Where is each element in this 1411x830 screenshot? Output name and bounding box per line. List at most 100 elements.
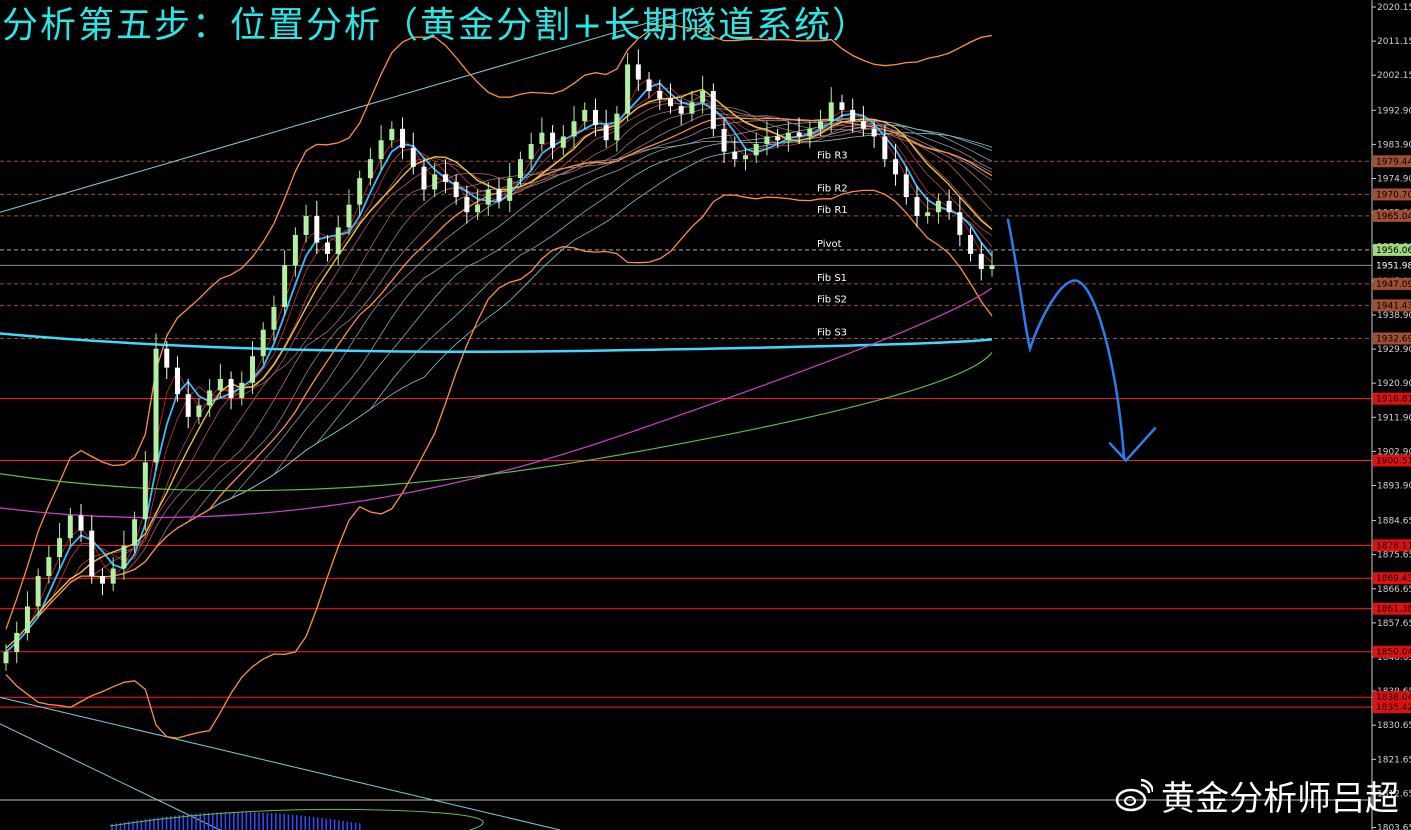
axis-tick-label: 1893.90 — [1377, 481, 1411, 491]
candle-body — [303, 216, 309, 235]
watermark-text: 黄金分析师吕超 — [1161, 779, 1399, 819]
level-price-tag: 1835.42 — [1376, 703, 1411, 713]
candle-body — [421, 166, 427, 190]
current-price-tag: 1951.98 — [1376, 261, 1411, 271]
candle-body — [796, 132, 802, 137]
level-price-tag: 1916.81 — [1376, 395, 1411, 405]
axis-tick-label: 1938.90 — [1377, 311, 1411, 321]
candle-body — [935, 200, 941, 213]
candle-body — [517, 159, 523, 179]
candle-body — [957, 212, 963, 235]
candle-body — [142, 462, 148, 520]
candle-body — [217, 378, 223, 391]
axis-tick-label: 1920.90 — [1377, 379, 1411, 389]
ma-magenta-line — [0, 287, 993, 519]
candle-body — [453, 181, 459, 198]
candle-body — [164, 348, 170, 368]
candle-body — [185, 394, 191, 417]
indicator-lines — [0, 23, 993, 739]
fib-price-tag: 1932.69 — [1376, 334, 1411, 344]
candles — [3, 49, 995, 671]
candle-body — [743, 155, 748, 160]
axis-tick-label: 1884.65 — [1377, 517, 1411, 527]
candle-body — [860, 121, 866, 129]
level-price-tag: 1850.04 — [1376, 648, 1411, 658]
axis-tick-label: 2002.15 — [1377, 71, 1411, 81]
candle-body — [592, 109, 598, 126]
candle-body — [614, 113, 620, 141]
candle-body — [764, 136, 770, 145]
price-chart: Fib R3 Fib R2 Fib R1 Pivot Fib S1 Fib S2 Fib S… — [0, 0, 1411, 830]
candle-body — [775, 136, 781, 141]
axis-tick-label: 2011.15 — [1377, 37, 1411, 47]
candle-body — [507, 178, 513, 201]
candle-body — [785, 132, 791, 141]
axis-tick-label: 1983.90 — [1377, 140, 1411, 150]
candle-body — [807, 128, 813, 137]
candle-body — [839, 102, 845, 110]
candle-body — [378, 140, 384, 160]
candle-body — [153, 348, 159, 463]
candle-body — [24, 606, 30, 633]
chart-title: 分析第五步：位置分析（黄金分割+长期隧道系统） — [2, 5, 871, 46]
candle-body — [625, 64, 631, 114]
price-axis: 2020.15 2011.15 2002.15 1992.90 1983.90 1974.… — [1371, 0, 1411, 830]
candle-body — [732, 151, 738, 160]
forecast-arrow — [1006, 218, 1157, 463]
candle-body — [239, 382, 245, 398]
candle-body — [914, 197, 920, 217]
candle-body — [657, 90, 663, 99]
candle-body — [646, 79, 652, 91]
candle-body — [539, 132, 545, 145]
candle-body — [228, 378, 234, 398]
candle-body — [110, 568, 116, 584]
level-price-tag: 1900.51 — [1376, 456, 1411, 466]
candle-body — [99, 576, 105, 584]
axis-tick-label: 1911.90 — [1377, 413, 1411, 423]
candle-body — [282, 265, 288, 307]
candle-body — [271, 306, 277, 330]
candle-body — [335, 227, 341, 254]
candle-body — [882, 136, 888, 160]
axis-tick-label: 2020.15 — [1377, 3, 1411, 13]
candle-body — [721, 128, 727, 152]
axis-tick-label: 1866.65 — [1377, 585, 1411, 595]
candle-body — [582, 109, 588, 122]
candle-body — [550, 132, 556, 148]
candle-body — [700, 90, 706, 103]
candle-body — [207, 390, 213, 406]
candle-body — [89, 530, 95, 577]
axis-tick-label: 1974.90 — [1377, 175, 1411, 185]
fib-price-tag: 1947.09 — [1376, 280, 1411, 290]
candle-body — [850, 109, 856, 122]
candle-body — [828, 102, 834, 122]
axis-tick-label: 1929.90 — [1377, 345, 1411, 355]
candle-body — [560, 136, 566, 148]
fib-price-tag: 1979.44 — [1376, 157, 1411, 167]
fib-label: Fib S1 — [817, 273, 847, 284]
candle-body — [121, 545, 127, 569]
candle-body — [367, 159, 373, 179]
watermark: 黄金分析师吕超 — [1115, 771, 1399, 820]
candle-body — [678, 106, 684, 114]
candle-body — [818, 121, 824, 129]
candle-body — [946, 200, 952, 213]
candle-body — [14, 632, 20, 652]
candle-body — [357, 178, 363, 205]
fib-label: Fib S3 — [817, 327, 847, 338]
candle-body — [571, 121, 577, 137]
candle-body — [710, 90, 716, 129]
candle-body — [903, 174, 909, 198]
weibo-icon — [1115, 778, 1153, 811]
ma-green-line — [0, 352, 993, 492]
candle-body — [35, 576, 41, 607]
forecast-path — [1006, 218, 1126, 460]
channel-line-lower2 — [0, 723, 221, 830]
candle-body — [67, 515, 73, 539]
candle-body — [3, 651, 9, 664]
candle-body — [496, 189, 502, 201]
candle-body — [314, 216, 320, 243]
fib-label: Fib R2 — [817, 183, 848, 194]
candle-body — [410, 147, 416, 167]
candle-body — [635, 64, 641, 80]
